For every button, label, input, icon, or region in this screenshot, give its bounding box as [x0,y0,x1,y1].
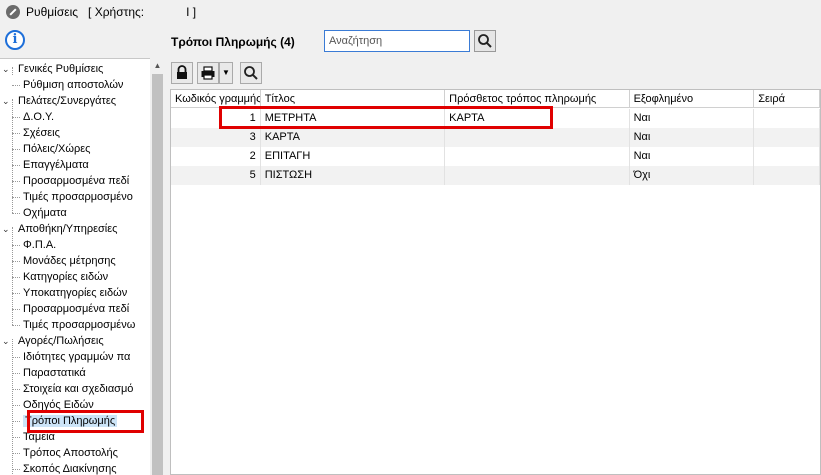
highlight-annotation [219,106,553,129]
tree-item[interactable]: Στοιχεία και σχεδιασμό [12,381,133,397]
cell-title: ΚΑΡΤΑ [261,128,446,147]
tree-group-general[interactable]: ⌄ Γενικές Ρυθμίσεις [2,61,103,77]
tree-scrollbar[interactable]: ▲ [150,58,165,475]
lock-button[interactable] [171,62,193,84]
tree-item[interactable]: Μονάδες μέτρησης [12,253,116,269]
table-row[interactable]: 3 ΚΑΡΤΑ Ναι [171,128,820,147]
cell-code: 3 [171,128,261,147]
tree-item[interactable]: Παραστατικά [12,365,86,381]
cell-extra-payment [445,147,630,166]
print-icon [201,66,215,80]
tree-group-warehouse[interactable]: ⌄ Αποθήκη/Υπηρεσίες [2,221,117,237]
tree-item[interactable]: Σκοπός Διακίνησης [12,461,117,475]
payment-methods-grid: Κωδικός γραμμής Τίτλος Πρόσθετος τρόπος … [170,89,821,475]
settings-app-icon [6,5,20,19]
cell-paid: Όχι [630,166,755,185]
cell-code: 5 [171,166,261,185]
lock-icon [177,65,187,79]
column-header-sequence[interactable]: Σειρά [754,90,820,108]
chevron-up-icon[interactable]: ▲ [150,58,165,73]
cell-title: ΠΙΣΤΩΣΗ [261,166,446,185]
table-row[interactable]: 5 ΠΙΣΤΩΣΗ Όχι [171,166,820,185]
cell-sequence [754,147,820,166]
scrollbar-thumb[interactable] [152,74,163,475]
search-toolbar-button[interactable] [240,62,262,84]
tree-item[interactable]: Φ.Π.Α. [12,237,56,253]
tree-item[interactable]: Πόλεις/Χώρες [12,141,90,157]
page-title: Τρόποι Πληρωμής (4) [171,35,295,49]
tree-item[interactable]: Δ.Ο.Υ. [12,109,54,125]
cell-code: 2 [171,147,261,166]
cell-paid: Ναι [630,109,755,128]
tree-group-customers[interactable]: ⌄ Πελάτες/Συνεργάτες [2,93,116,109]
window-title: Ρυθμίσεις [26,5,79,19]
tree-item[interactable]: Προσαρμοσμένα πεδί [12,301,129,317]
tree-item[interactable]: Οχήματα [12,205,67,221]
tree-item[interactable]: Επαγγέλματα [12,157,89,173]
chevron-down-icon[interactable]: ⌄ [2,93,12,109]
search-icon [478,34,492,48]
chevron-down-icon[interactable]: ⌄ [2,333,12,349]
tree-item[interactable]: Υποκατηγορίες ειδών [12,285,127,301]
cell-sequence [754,166,820,185]
info-icon[interactable]: i [5,30,25,50]
cell-sequence [754,109,820,128]
tree-item[interactable]: Τρόπος Αποστολής [12,445,118,461]
tree-item[interactable]: Προσαρμοσμένα πεδί [12,173,129,189]
chevron-down-icon: ▼ [222,68,230,77]
print-dropdown[interactable]: ▼ [219,62,233,84]
user-label: [ Χρήστης: [88,5,145,19]
cell-title: ΕΠΙΤΑΓΗ [261,147,446,166]
search-icon [244,66,258,80]
tree-item[interactable]: Ρύθμιση αποστολών [12,77,123,93]
print-button[interactable] [197,62,219,84]
highlight-annotation [27,410,144,433]
table-row[interactable]: 2 ΕΠΙΤΑΓΗ Ναι [171,147,820,166]
tree-item[interactable]: Κατηγορίες ειδών [12,269,108,285]
cell-sequence [754,128,820,147]
search-input[interactable] [324,30,470,52]
cell-paid: Ναι [630,128,755,147]
search-button[interactable] [474,30,496,52]
tree-item[interactable]: Τιμές προσαρμοσμένω [12,317,135,333]
user-value: I ] [186,5,197,19]
cell-extra-payment [445,166,630,185]
tree-group-purchases-sales[interactable]: ⌄ Αγορές/Πωλήσεις [2,333,104,349]
tree-item[interactable]: Σχέσεις [12,125,60,141]
tree-item[interactable]: Ιδιότητες γραμμών πα [12,349,130,365]
chevron-down-icon[interactable]: ⌄ [2,61,12,77]
tree-item[interactable]: Τιμές προσαρμοσμένο [12,189,133,205]
chevron-down-icon[interactable]: ⌄ [2,221,12,237]
cell-extra-payment [445,128,630,147]
column-header-paid[interactable]: Εξοφλημένο [630,90,755,108]
cell-paid: Ναι [630,147,755,166]
title-bar: Ρυθμίσεις [ Χρήστης: I ] [0,0,821,24]
